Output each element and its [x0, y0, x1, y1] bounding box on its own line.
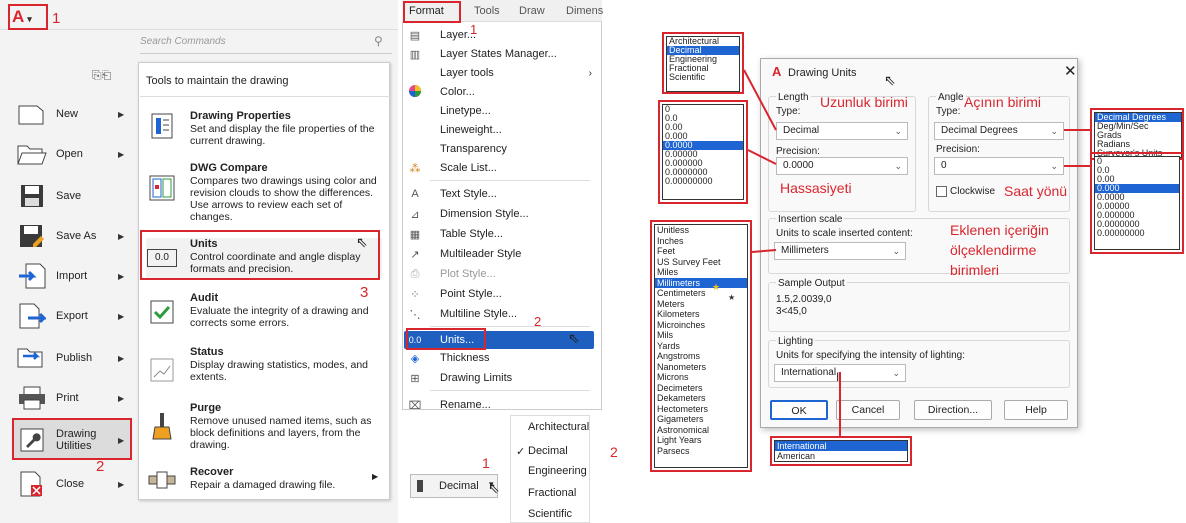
connector-insertion — [751, 249, 777, 253]
connector-length-precision — [747, 149, 777, 165]
annotation-connectors — [743, 69, 1090, 436]
connector-length-type — [743, 69, 777, 131]
